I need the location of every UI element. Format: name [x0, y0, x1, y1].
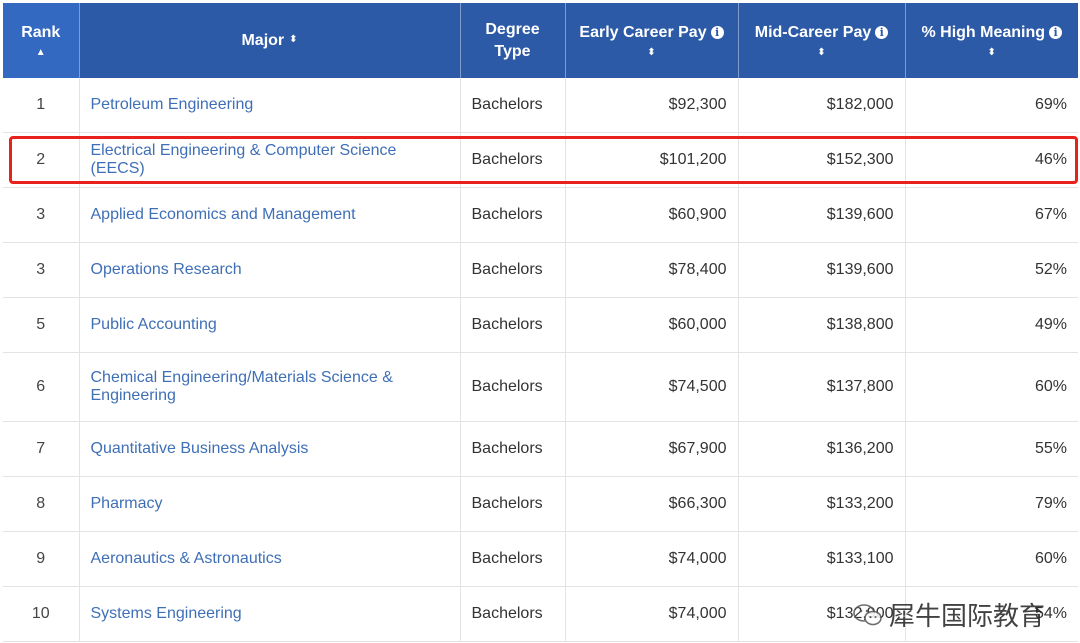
degree-type-cell: Bachelors — [460, 586, 566, 642]
early-career-pay-cell: $74,000 — [565, 531, 739, 587]
high-meaning-cell: 60% — [905, 531, 1078, 587]
wechat-icon — [853, 603, 882, 625]
high-meaning-cell: 46% — [905, 132, 1078, 188]
degree-type-cell: Bachelors — [460, 297, 566, 353]
high-meaning-cell: 67% — [905, 187, 1078, 243]
info-icon[interactable]: i — [875, 26, 889, 39]
early-career-pay-cell: $67,900 — [565, 421, 739, 477]
table-row: 8 Pharmacy Bachelors $66,300 $133,200 79% — [3, 476, 1078, 532]
salary-table: Rank ▲ Major ⬍ Degree Type Early Career P… — [3, 3, 1078, 642]
table-row: 5 Public Accounting Bachelors $60,000 $138,8… — [3, 297, 1078, 353]
early-career-pay-cell: $66,300 — [565, 476, 739, 532]
watermark: 犀牛国际教育 — [853, 596, 1045, 633]
high-meaning-cell: 79% — [905, 476, 1078, 532]
mid-career-pay-cell: $133,100 — [738, 531, 906, 587]
early-career-pay-cell: $60,000 — [565, 297, 739, 353]
column-header-major[interactable]: Major ⬍ — [79, 3, 461, 78]
table-row: 7 Quantitative Business Analysis Bachelors… — [3, 421, 1078, 477]
column-header-early-career-pay[interactable]: Early Career Pay i ⬍ — [565, 3, 739, 78]
high-meaning-cell: 52% — [905, 242, 1078, 298]
mid-career-pay-cell: $139,600 — [738, 187, 906, 243]
rank-cell: 3 — [3, 187, 80, 243]
early-career-pay-cell: $74,500 — [565, 352, 739, 422]
table-row: 3 Applied Economics and Management Bachelo… — [3, 187, 1078, 243]
sort-icon[interactable]: ⬍ — [916, 47, 1069, 59]
mid-career-pay-cell: $136,200 — [738, 421, 906, 477]
degree-type-cell: Bachelors — [460, 531, 566, 587]
high-meaning-cell: 69% — [905, 78, 1078, 133]
degree-type-cell: Bachelors — [460, 78, 566, 133]
table-body: 1 Petroleum Engineering Bachelors $92,300 $1… — [3, 78, 1078, 642]
sort-icon[interactable]: ⬍ — [749, 47, 895, 59]
degree-type-cell: Bachelors — [460, 476, 566, 532]
rank-cell: 8 — [3, 476, 80, 532]
major-link[interactable]: Operations Research — [79, 242, 461, 298]
mid-career-pay-cell: $138,800 — [738, 297, 906, 353]
mid-career-pay-cell: $182,000 — [738, 78, 906, 133]
major-link[interactable]: Quantitative Business Analysis — [79, 421, 461, 477]
mid-career-pay-cell: $139,600 — [738, 242, 906, 298]
major-link[interactable]: Chemical Engineering/Materials Science &… — [79, 352, 461, 422]
degree-type-cell: Bachelors — [460, 352, 566, 422]
info-icon[interactable]: i — [710, 26, 724, 39]
rank-cell: 6 — [3, 352, 80, 422]
rank-cell: 1 — [3, 78, 80, 133]
table-row: 9 Aeronautics & Astronautics Bachelors $74,… — [3, 531, 1078, 587]
table-row: 6 Chemical Engineering/Materials Science … — [3, 352, 1078, 422]
column-header-rank[interactable]: Rank ▲ — [3, 3, 80, 78]
major-link[interactable]: Aeronautics & Astronautics — [79, 531, 461, 587]
major-link[interactable]: Electrical Engineering & Computer Scienc… — [79, 132, 461, 188]
high-meaning-cell: 60% — [905, 352, 1078, 422]
major-link[interactable]: Pharmacy — [79, 476, 461, 532]
sort-icon[interactable]: ⬍ — [289, 35, 297, 45]
rank-cell: 7 — [3, 421, 80, 477]
table-row: 3 Operations Research Bachelors $78,400 $139… — [3, 242, 1078, 298]
early-career-pay-cell: $101,200 — [565, 132, 739, 188]
early-career-pay-cell: $60,900 — [565, 187, 739, 243]
rank-cell: 5 — [3, 297, 80, 353]
early-career-pay-cell: $92,300 — [565, 78, 739, 133]
table-row: 2 Electrical Engineering & Computer Scien… — [3, 132, 1078, 188]
info-icon[interactable]: i — [1049, 26, 1063, 39]
high-meaning-cell: 55% — [905, 421, 1078, 477]
major-link[interactable]: Systems Engineering — [79, 586, 461, 642]
rank-cell: 2 — [3, 132, 80, 188]
sort-ascending-icon[interactable]: ▲ — [13, 47, 69, 59]
column-header-degree-type: Degree Type — [460, 3, 566, 78]
major-link[interactable]: Public Accounting — [79, 297, 461, 353]
degree-type-cell: Bachelors — [460, 242, 566, 298]
rank-cell: 10 — [3, 586, 80, 642]
degree-type-cell: Bachelors — [460, 132, 566, 188]
column-header-high-meaning[interactable]: % High Meaning i ⬍ — [905, 3, 1078, 78]
rank-cell: 3 — [3, 242, 80, 298]
early-career-pay-cell: $74,000 — [565, 586, 739, 642]
rank-cell: 9 — [3, 531, 80, 587]
degree-type-cell: Bachelors — [460, 421, 566, 477]
mid-career-pay-cell: $152,300 — [738, 132, 906, 188]
mid-career-pay-cell: $133,200 — [738, 476, 906, 532]
mid-career-pay-cell: $137,800 — [738, 352, 906, 422]
table-row: 1 Petroleum Engineering Bachelors $92,300 $1… — [3, 78, 1078, 133]
major-link[interactable]: Applied Economics and Management — [79, 187, 461, 243]
table-header-row: Rank ▲ Major ⬍ Degree Type Early Career P… — [3, 3, 1078, 78]
watermark-text: 犀牛国际教育 — [888, 602, 1045, 632]
column-header-mid-career-pay[interactable]: Mid-Career Pay i ⬍ — [738, 3, 906, 78]
early-career-pay-cell: $78,400 — [565, 242, 739, 298]
major-link[interactable]: Petroleum Engineering — [79, 78, 461, 133]
high-meaning-cell: 49% — [905, 297, 1078, 353]
degree-type-cell: Bachelors — [460, 187, 566, 243]
sort-icon[interactable]: ⬍ — [576, 47, 728, 59]
